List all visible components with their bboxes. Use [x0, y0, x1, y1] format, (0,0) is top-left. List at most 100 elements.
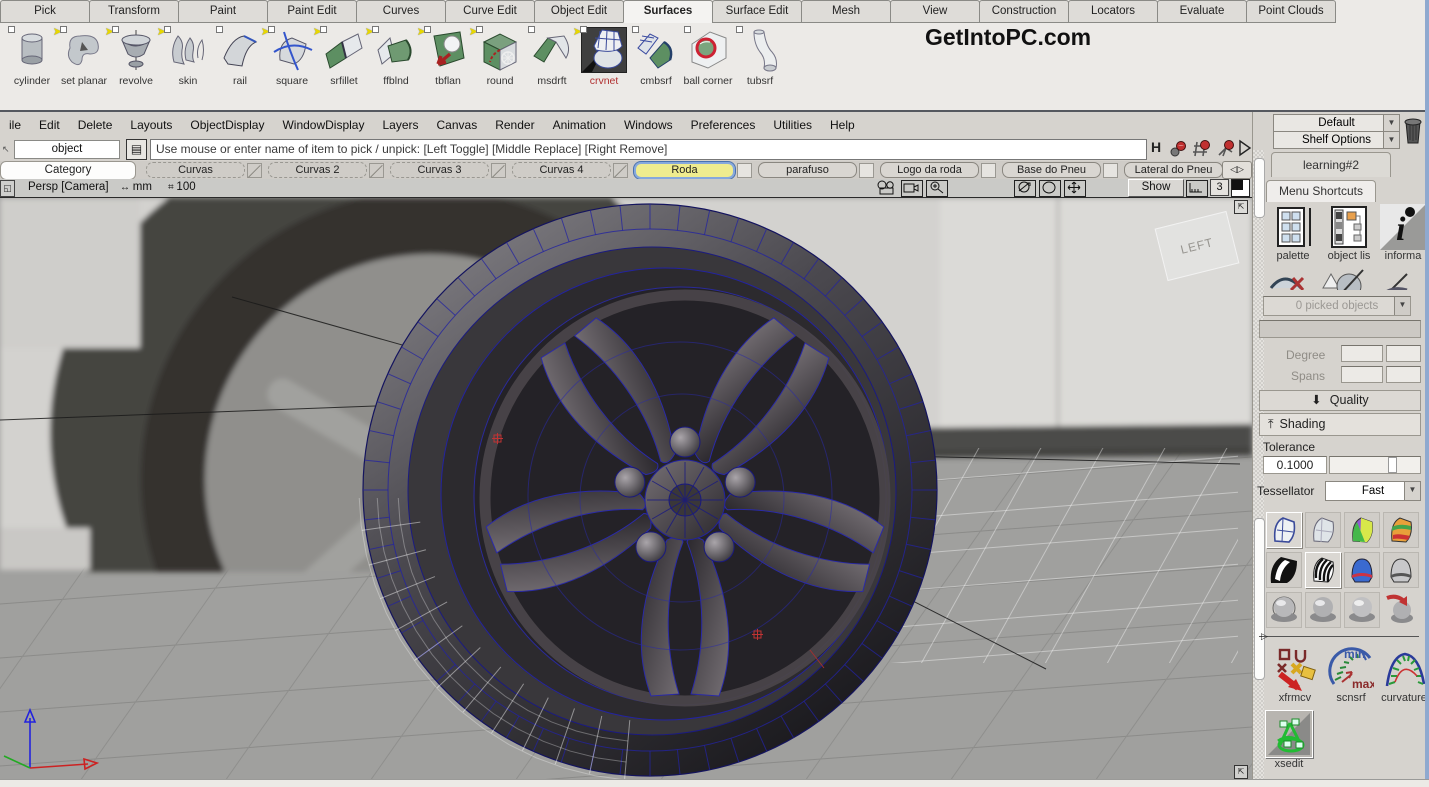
- option-box-icon[interactable]: [528, 26, 535, 33]
- picked-objects-dropdown[interactable]: 0 picked objects ▼: [1263, 296, 1411, 316]
- viewport-resize-icon-top[interactable]: ⇱: [1234, 200, 1248, 214]
- perspective-viewport[interactable]: ◱ Persp [Camera] mm 100 Show 3 ⇱ ⇱ LEFT: [0, 179, 1252, 779]
- zoom-icon[interactable]: [926, 180, 948, 197]
- cap-blue-icon[interactable]: [1344, 552, 1380, 588]
- dome-icon-3[interactable]: [1344, 592, 1380, 628]
- ruler-icon[interactable]: [1186, 180, 1208, 197]
- layer-curvas3[interactable]: Curvas 3: [390, 162, 489, 178]
- menu-animation[interactable]: Animation: [544, 118, 615, 132]
- layer-logo-da-roda[interactable]: Logo da roda: [880, 162, 979, 178]
- option-box-icon[interactable]: [216, 26, 223, 33]
- tool-set-planar[interactable]: ➤set planar: [58, 24, 110, 87]
- layer-curvas2[interactable]: Curvas 2: [268, 162, 367, 178]
- option-box-icon[interactable]: [60, 26, 67, 33]
- tool-tbflan[interactable]: ➤tbflan: [422, 24, 474, 87]
- view-count-button[interactable]: 3: [1210, 179, 1229, 196]
- tool-srfillet[interactable]: ➤srfillet: [318, 24, 370, 87]
- layer-curvas4[interactable]: Curvas 4: [512, 162, 611, 178]
- option-box-icon[interactable]: [112, 26, 119, 33]
- layer-curvas3-toggle[interactable]: [491, 163, 506, 178]
- history-icon[interactable]: H: [1146, 139, 1166, 159]
- twist-icon[interactable]: [1014, 180, 1036, 197]
- movie-camera-icon[interactable]: [876, 180, 896, 195]
- tool-tubsrf[interactable]: tubsrf: [734, 24, 786, 87]
- option-box-icon[interactable]: [736, 26, 743, 33]
- chevron-down-icon[interactable]: ▼: [1383, 132, 1399, 148]
- dome-icon-1[interactable]: [1266, 592, 1302, 628]
- pick-scope-dropdown[interactable]: object: [14, 140, 120, 159]
- option-box-icon[interactable]: [476, 26, 483, 33]
- tool-curvature[interactable]: curvature: [1379, 646, 1429, 704]
- shade-multicolor-icon[interactable]: [1344, 512, 1380, 548]
- tool-scnsrf[interactable]: minmax scnsrf: [1323, 646, 1379, 704]
- layer-roda-toggle[interactable]: [737, 163, 752, 178]
- layer-tab-scroll-buttons[interactable]: ◁▷: [1222, 161, 1252, 179]
- prompt-list-button[interactable]: ▤: [126, 139, 147, 160]
- menu-file[interactable]: ile: [0, 118, 30, 132]
- category-button[interactable]: Category: [0, 161, 136, 180]
- tab-evaluate[interactable]: Evaluate: [1157, 0, 1247, 23]
- tool-ffblnd[interactable]: ➤ffblnd: [370, 24, 422, 87]
- slider-thumb[interactable]: [1388, 457, 1397, 473]
- quality-section-header[interactable]: ⬇Quality: [1259, 390, 1421, 411]
- viewport-camera-label[interactable]: Persp [Camera]: [28, 181, 109, 193]
- scrollbar-thumb[interactable]: [1254, 158, 1265, 218]
- chevron-down-icon[interactable]: ▼: [1394, 297, 1410, 315]
- menu-render[interactable]: Render: [486, 118, 543, 132]
- option-box-icon[interactable]: [632, 26, 639, 33]
- tool-xfrmcv[interactable]: xfrmcv: [1267, 646, 1323, 704]
- tool-skin[interactable]: skin: [162, 24, 214, 87]
- layer-curvas2-toggle[interactable]: [369, 163, 384, 178]
- menu-preferences[interactable]: Preferences: [682, 118, 765, 132]
- shelf-select-dropdown[interactable]: Default▼: [1273, 114, 1400, 132]
- layer-parafuso-toggle[interactable]: [859, 163, 874, 178]
- layer-curvas-toggle[interactable]: [247, 163, 262, 178]
- tool-cmbsrf[interactable]: cmbsrf: [630, 24, 682, 87]
- tab-curve-edit[interactable]: Curve Edit: [445, 0, 535, 23]
- layer-base-do-pneu[interactable]: Base do Pneu: [1002, 162, 1101, 178]
- degree-field-2[interactable]: [1386, 345, 1421, 362]
- menu-layouts[interactable]: Layouts: [121, 118, 181, 132]
- shade-shaded-icon[interactable]: [1305, 512, 1341, 548]
- divider-handle-icon[interactable]: ▷: [1261, 631, 1268, 642]
- tab-view[interactable]: View: [890, 0, 980, 23]
- tab-curves[interactable]: Curves: [356, 0, 446, 23]
- tab-point-clouds[interactable]: Point Clouds: [1246, 0, 1336, 23]
- tab-surfaces[interactable]: Surfaces: [623, 0, 713, 23]
- panel-divider[interactable]: [1259, 636, 1419, 637]
- cap-gray-icon[interactable]: [1383, 552, 1419, 588]
- zebra-patch-icon[interactable]: [1266, 552, 1302, 588]
- pick-object-icon[interactable]: [1168, 139, 1188, 159]
- viewport-resize-icon-bottom[interactable]: ⇱: [1234, 765, 1248, 779]
- show-button[interactable]: Show: [1128, 179, 1184, 197]
- layer-curvas4-toggle[interactable]: [613, 163, 628, 178]
- tool-cylinder[interactable]: ➤cylinder: [6, 24, 58, 87]
- menu-windows[interactable]: Windows: [615, 118, 682, 132]
- tolerance-slider[interactable]: [1329, 456, 1421, 474]
- trash-icon[interactable]: [1401, 114, 1425, 146]
- tolerance-field[interactable]: 0.1000: [1263, 456, 1327, 474]
- chevron-down-icon[interactable]: ▼: [1383, 115, 1399, 131]
- layer-curvas[interactable]: Curvas: [146, 162, 245, 178]
- option-box-icon[interactable]: [372, 26, 379, 33]
- tessellator-dropdown[interactable]: Fast▼: [1325, 481, 1421, 501]
- option-box-icon[interactable]: [164, 26, 171, 33]
- snap-grid-icon[interactable]: [1192, 139, 1212, 159]
- prompt-input[interactable]: Use mouse or enter name of item to pick …: [150, 139, 1147, 160]
- shelf-options-dropdown[interactable]: Shelf Options▼: [1273, 131, 1400, 149]
- snap-curve-icon[interactable]: [1216, 139, 1236, 159]
- camera-icon[interactable]: [901, 180, 923, 197]
- tool-revolve[interactable]: ➤revolve: [110, 24, 162, 87]
- tool-square[interactable]: ➤square: [266, 24, 318, 87]
- tool-xsedit[interactable]: xsedit: [1261, 710, 1317, 770]
- option-box-icon[interactable]: [320, 26, 327, 33]
- shortcut-palette[interactable]: palette: [1267, 204, 1319, 262]
- tool-msdrft[interactable]: ➤msdrft: [526, 24, 578, 87]
- menu-utilities[interactable]: Utilities: [764, 118, 821, 132]
- dome-icon-2[interactable]: [1305, 592, 1341, 628]
- menu-windowdisplay[interactable]: WindowDisplay: [273, 118, 373, 132]
- option-box-icon[interactable]: [8, 26, 15, 33]
- tab-paint-edit[interactable]: Paint Edit: [267, 0, 357, 23]
- chevron-down-icon[interactable]: ▼: [1404, 482, 1420, 500]
- layer-roda[interactable]: Roda: [634, 162, 735, 179]
